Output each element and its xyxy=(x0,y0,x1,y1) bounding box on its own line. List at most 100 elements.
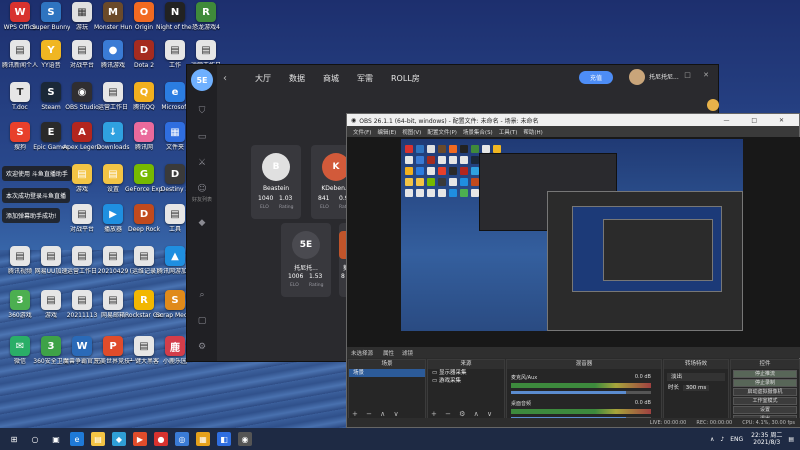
transition-select[interactable]: 淡出 xyxy=(667,373,725,381)
player-card[interactable]: 5E 托尼托... 1006 1.53 ELO Rating xyxy=(281,223,331,297)
app-icon: G xyxy=(134,164,154,184)
taskbar-app-icon[interactable]: ▤ xyxy=(91,432,105,446)
elo-label: ELO xyxy=(290,283,299,288)
source-label: 显示器采集 xyxy=(438,370,467,376)
transition-duration[interactable]: 时长 300 ms xyxy=(664,384,728,392)
preview-canvas[interactable] xyxy=(401,139,743,331)
menu-file[interactable]: 文件(F) xyxy=(353,128,371,136)
game-icon[interactable]: ◆ xyxy=(196,217,208,229)
filters-button[interactable]: 滤镜 xyxy=(402,349,413,357)
app-icon: ▤ xyxy=(165,204,185,224)
control-button[interactable]: 停止推流 xyxy=(733,370,797,378)
taskbar-app-icon[interactable]: ⊞ xyxy=(7,432,21,446)
preview-icon xyxy=(405,145,413,153)
app-icon: ▤ xyxy=(134,246,154,266)
tray-chevron-icon[interactable]: ∧ xyxy=(710,436,714,443)
recharge-button[interactable]: 充值 xyxy=(579,71,613,84)
window-controls[interactable]: — □ ✕ xyxy=(665,71,714,79)
mixer-channel-desktop: 桌面音频 0.0 dB xyxy=(511,400,651,420)
app-icon: ▦ xyxy=(72,2,92,22)
menu-tools[interactable]: 工具(T) xyxy=(499,128,518,136)
preview-icon xyxy=(416,145,424,153)
control-button[interactable]: 设置 xyxy=(733,406,797,414)
home-icon[interactable]: ▭ xyxy=(196,131,208,143)
app-icon: ▤ xyxy=(72,246,92,266)
taskbar-app-icon[interactable]: ▶ xyxy=(133,432,147,446)
menu-view[interactable]: 视图(V) xyxy=(402,128,421,136)
friends-icon[interactable]: ☺ xyxy=(196,183,208,195)
notification-login: 本次成功登录斗鱼直播 xyxy=(2,188,71,203)
control-button[interactable]: 工作室模式 xyxy=(733,397,797,405)
app-icon: ▤ xyxy=(41,290,61,310)
properties-button[interactable]: 属性 xyxy=(383,349,394,357)
app-icon: ▤ xyxy=(72,204,92,224)
sword-icon[interactable]: ⚔ xyxy=(196,157,208,169)
taskbar-app-icon[interactable]: ▣ xyxy=(49,432,63,446)
player-elo: 841 xyxy=(318,195,330,202)
app-icon: S xyxy=(41,2,61,22)
nav-tab-shop[interactable]: 商城 xyxy=(323,73,339,84)
app-icon: ▶ xyxy=(103,204,123,224)
menu-profile[interactable]: 配置文件(P) xyxy=(427,128,457,136)
taskbar-app-icon[interactable]: ▦ xyxy=(196,432,210,446)
notification-bell-icon[interactable] xyxy=(707,99,719,111)
menu-scene-collection[interactable]: 场景集合(S) xyxy=(463,128,493,136)
preview-icon xyxy=(438,145,446,153)
preview-icon xyxy=(427,167,435,175)
obs-preview[interactable] xyxy=(347,137,800,347)
avatar[interactable] xyxy=(629,69,645,85)
taskbar-app-icon[interactable]: ◉ xyxy=(238,432,252,446)
preview-icon xyxy=(493,145,501,153)
preview-icon xyxy=(449,145,457,153)
clock[interactable]: 22:35 周二 2021/8/3 xyxy=(751,432,782,446)
volume-icon[interactable]: ♪ xyxy=(720,436,724,443)
app-icon: ✉ xyxy=(10,336,30,356)
app-icon: P xyxy=(103,336,123,356)
scenes-title: 场景 xyxy=(349,360,425,369)
taskbar-app-icon[interactable]: ● xyxy=(154,432,168,446)
app-icon: ↓ xyxy=(103,122,123,142)
obs-window-controls[interactable]: — □ ✕ xyxy=(723,117,799,124)
obs-title: OBS 26.1.1 (64-bit, windows) - 配置文件: 未命名… xyxy=(359,117,539,125)
back-arrow-icon[interactable]: ‹ xyxy=(223,73,237,84)
nav-tab-data[interactable]: 数据 xyxy=(289,73,305,84)
menu-edit[interactable]: 编辑(E) xyxy=(377,128,396,136)
scene-item[interactable]: 场景 xyxy=(349,369,425,377)
taskbar-app-icon[interactable]: e xyxy=(70,432,84,446)
source-item[interactable]: ▭ 游戏采集 xyxy=(428,377,504,385)
search-icon[interactable]: ⌕ xyxy=(196,289,208,301)
control-button[interactable]: 启动虚拟摄像机 xyxy=(733,388,797,396)
app-icon: ▤ xyxy=(72,290,92,310)
app-icon: S xyxy=(10,122,30,142)
sources-toolbar[interactable]: + − ⚙ ∧ ∨ xyxy=(431,410,495,418)
menu-help[interactable]: 帮助(H) xyxy=(523,128,542,136)
taskbar-app-icon[interactable]: ○ xyxy=(28,432,42,446)
preview-icon xyxy=(460,189,468,197)
taskbar-app-icon[interactable]: ◎ xyxy=(175,432,189,446)
notification-center-icon[interactable]: ▤ xyxy=(788,436,794,443)
source-item[interactable]: ▭ 显示器采集 xyxy=(428,369,504,377)
duration-value[interactable]: 300 ms xyxy=(682,385,710,391)
app-logo[interactable]: 5E xyxy=(191,69,213,91)
app-icon: ▤ xyxy=(41,246,61,266)
mixer-channel-mic: 麦克风/Aux 0.0 dB xyxy=(511,374,651,394)
shield-icon[interactable]: ⛉ xyxy=(196,105,208,117)
scenes-toolbar[interactable]: + − ∧ ∨ xyxy=(352,410,402,418)
notification-danmu: 添加弹幕助手成功! xyxy=(2,208,61,223)
player-elo: 1040 xyxy=(258,195,274,202)
language-indicator[interactable]: ENG xyxy=(730,436,743,443)
taskbar-app-icon[interactable]: ◧ xyxy=(217,432,231,446)
settings-icon[interactable]: ⚙ xyxy=(196,341,208,353)
chat-icon[interactable]: ▢ xyxy=(196,315,208,327)
control-button[interactable]: 停止录制 xyxy=(733,379,797,387)
sources-dock: 来源 ▭ 显示器采集 ▭ 游戏采集 + − ⚙ ∧ ∨ xyxy=(427,359,505,421)
player-card[interactable]: B Beastein 1040 1.03 ELO Rating xyxy=(251,145,301,219)
taskbar-app-icon[interactable]: ◆ xyxy=(112,432,126,446)
app-icon: M xyxy=(103,2,123,22)
nav-tab-roll[interactable]: ROLL房 xyxy=(391,73,420,84)
transitions-dock: 转场特效 淡出 时长 300 ms xyxy=(663,359,729,421)
volume-slider[interactable] xyxy=(511,391,651,394)
nav-tab-lobby[interactable]: 大厅 xyxy=(255,73,271,84)
mixer-title: 混音器 xyxy=(507,360,661,369)
nav-tab-supply[interactable]: 军需 xyxy=(357,73,373,84)
